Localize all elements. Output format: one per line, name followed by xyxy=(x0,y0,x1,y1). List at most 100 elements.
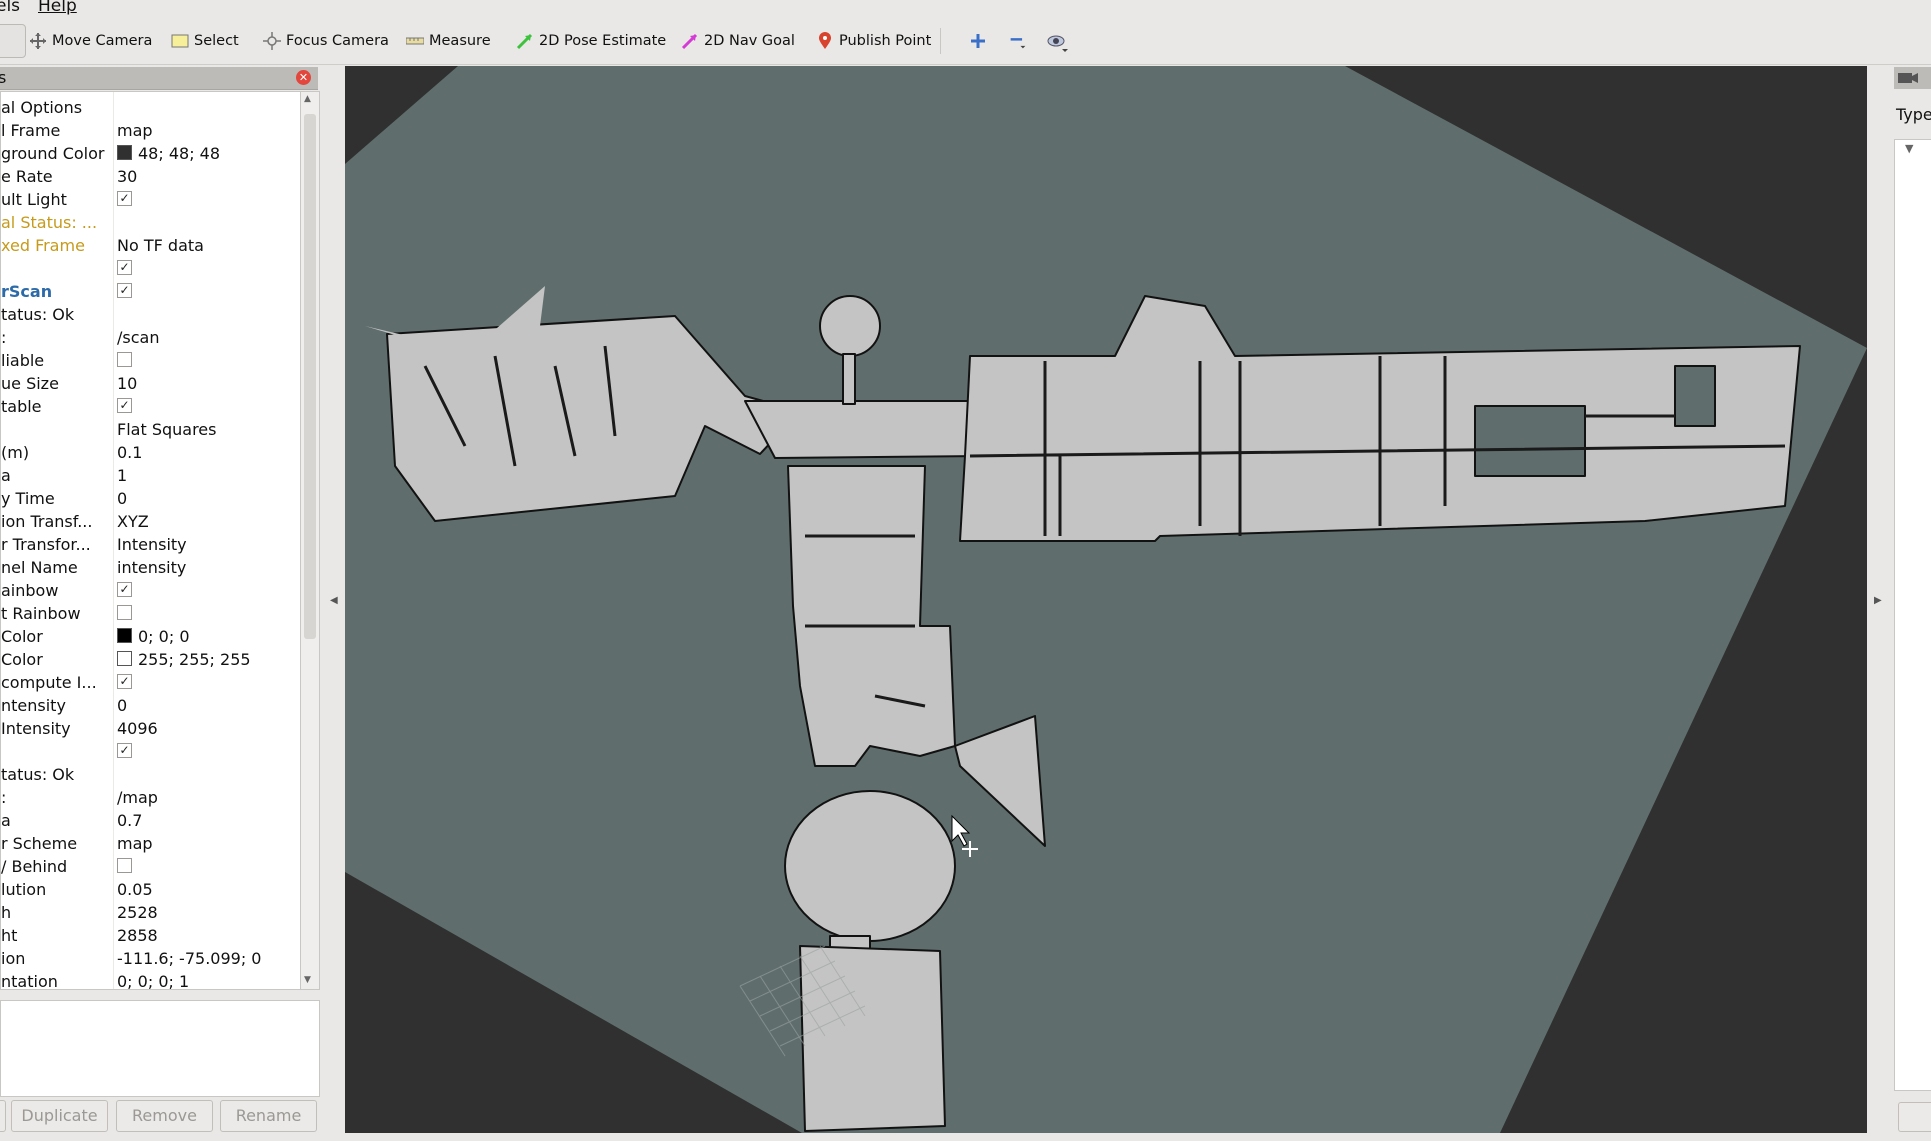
property-value[interactable]: 255; 255; 255 xyxy=(117,648,251,671)
property-value[interactable]: 4096 xyxy=(117,717,158,740)
property-row[interactable]: a 0.7 xyxy=(1,809,301,832)
property-value[interactable]: 1 xyxy=(117,464,127,487)
expand-arrow-icon[interactable]: ▼ xyxy=(1905,142,1913,155)
property-row[interactable]: Color 0; 0; 0 xyxy=(1,625,301,648)
property-value[interactable]: 0.7 xyxy=(117,809,142,832)
property-row[interactable]: rScan ✓ xyxy=(1,280,301,303)
duplicate-button[interactable]: Duplicate xyxy=(11,1100,108,1132)
property-row[interactable]: ground Color 48; 48; 48 xyxy=(1,142,301,165)
zoom-in-button[interactable] xyxy=(969,29,987,53)
views-button[interactable] xyxy=(1898,1102,1931,1132)
views-tree[interactable]: ▼ xyxy=(1894,139,1931,1091)
render-viewport[interactable] xyxy=(345,66,1867,1133)
property-value[interactable]: Flat Squares xyxy=(117,418,216,441)
property-value[interactable]: 0 xyxy=(117,694,127,717)
property-value[interactable]: 0 xyxy=(117,487,127,510)
right-splitter-arrow-icon[interactable]: ▶ xyxy=(1874,595,1882,606)
property-value[interactable]: ✓ xyxy=(117,395,132,418)
property-value[interactable]: 2528 xyxy=(117,901,158,924)
property-value[interactable]: ✓ xyxy=(117,188,132,211)
publish-point-button[interactable]: Publish Point xyxy=(816,29,931,53)
property-value[interactable]: 0.05 xyxy=(117,878,153,901)
property-row[interactable]: ainbow ✓ xyxy=(1,579,301,602)
displays-scrollbar[interactable]: ▲ ▼ xyxy=(300,91,320,990)
property-row[interactable]: ntation 0; 0; 0; 1 xyxy=(1,970,301,989)
property-row[interactable]: ue Size 10 xyxy=(1,372,301,395)
property-value[interactable]: map xyxy=(117,119,153,142)
property-row[interactable]: al Status: ... xyxy=(1,211,301,234)
property-value[interactable]: 0.1 xyxy=(117,441,142,464)
property-row[interactable]: r Scheme map xyxy=(1,832,301,855)
property-value[interactable]: /map xyxy=(117,786,158,809)
property-row[interactable]: al Options xyxy=(1,96,301,119)
property-value[interactable]: ✓ xyxy=(117,740,132,763)
checkbox-checked-icon[interactable]: ✓ xyxy=(117,260,132,275)
property-row[interactable]: Flat Squares xyxy=(1,418,301,441)
menu-help[interactable]: Help xyxy=(38,0,77,16)
checkbox-checked-icon[interactable]: ✓ xyxy=(117,398,132,413)
property-value[interactable]: XYZ xyxy=(117,510,149,533)
nav-goal-button[interactable]: 2D Nav Goal xyxy=(681,29,795,53)
scroll-up-icon[interactable]: ▲ xyxy=(304,94,311,104)
add-button[interactable] xyxy=(0,1100,6,1132)
property-row[interactable]: ion -111.6; -75.099; 0 xyxy=(1,947,301,970)
property-row[interactable]: / Behind xyxy=(1,855,301,878)
view-options-button[interactable] xyxy=(1047,29,1068,53)
property-value[interactable]: ✓ xyxy=(117,579,132,602)
property-row[interactable]: liable xyxy=(1,349,301,372)
property-value[interactable]: 2858 xyxy=(117,924,158,947)
displays-tree[interactable]: al Options l Frame map ground Color 48; 48; … xyxy=(0,91,302,990)
property-value[interactable]: 30 xyxy=(117,165,137,188)
rename-button[interactable]: Rename xyxy=(220,1100,317,1132)
property-value[interactable]: ✓ xyxy=(117,280,132,303)
property-row[interactable]: tatus: Ok xyxy=(1,763,301,786)
measure-button[interactable]: Measure xyxy=(405,29,491,53)
property-value[interactable]: ✓ xyxy=(117,257,132,280)
property-value[interactable]: 0; 0; 0; 1 xyxy=(117,970,189,989)
property-row[interactable]: ntensity 0 xyxy=(1,694,301,717)
property-row[interactable]: table ✓ xyxy=(1,395,301,418)
property-row[interactable]: tatus: Ok xyxy=(1,303,301,326)
property-value[interactable]: 0; 0; 0 xyxy=(117,625,190,648)
property-row[interactable]: y Time 0 xyxy=(1,487,301,510)
property-row[interactable]: ✓ xyxy=(1,257,301,280)
property-value[interactable]: /scan xyxy=(117,326,159,349)
property-value[interactable] xyxy=(117,602,132,625)
interact-button[interactable] xyxy=(0,24,26,58)
pose-estimate-button[interactable]: 2D Pose Estimate xyxy=(516,29,666,53)
property-row[interactable]: a1 xyxy=(1,464,301,487)
close-icon[interactable]: ✕ xyxy=(296,70,311,85)
zoom-out-button[interactable] xyxy=(1009,29,1027,53)
property-value[interactable]: ✓ xyxy=(117,671,132,694)
property-value[interactable]: 10 xyxy=(117,372,137,395)
property-value[interactable]: intensity xyxy=(117,556,186,579)
property-row[interactable]: xed Frame No TF data xyxy=(1,234,301,257)
property-value[interactable]: 48; 48; 48 xyxy=(117,142,220,165)
select-button[interactable]: Select xyxy=(171,29,239,53)
checkbox-checked-icon[interactable]: ✓ xyxy=(117,191,132,206)
scrollbar-thumb[interactable] xyxy=(304,114,316,639)
checkbox-checked-icon[interactable]: ✓ xyxy=(117,674,132,689)
checkbox-checked-icon[interactable]: ✓ xyxy=(117,582,132,597)
property-row[interactable]: Color 255; 255; 255 xyxy=(1,648,301,671)
property-value[interactable]: No TF data xyxy=(117,234,204,257)
property-row[interactable]: nel Name intensity xyxy=(1,556,301,579)
property-row[interactable]: : /map xyxy=(1,786,301,809)
property-row[interactable]: h 2528 xyxy=(1,901,301,924)
focus-camera-button[interactable]: Focus Camera xyxy=(263,29,389,53)
checkbox-icon[interactable] xyxy=(117,352,132,367)
property-value[interactable]: -111.6; -75.099; 0 xyxy=(117,947,261,970)
property-row[interactable]: (m) 0.1 xyxy=(1,441,301,464)
property-row[interactable]: t Rainbow xyxy=(1,602,301,625)
property-value[interactable] xyxy=(117,349,132,372)
property-row[interactable]: e Rate 30 xyxy=(1,165,301,188)
property-row[interactable]: r Transfor... Intensity xyxy=(1,533,301,556)
checkbox-icon[interactable] xyxy=(117,605,132,620)
property-row[interactable]: l Frame map xyxy=(1,119,301,142)
menu-panels[interactable]: els xyxy=(0,0,20,16)
property-row[interactable]: ht 2858 xyxy=(1,924,301,947)
property-row[interactable]: lution 0.05 xyxy=(1,878,301,901)
property-value[interactable]: Intensity xyxy=(117,533,187,556)
property-row[interactable]: ✓ xyxy=(1,740,301,763)
property-row[interactable]: ult Light ✓ xyxy=(1,188,301,211)
